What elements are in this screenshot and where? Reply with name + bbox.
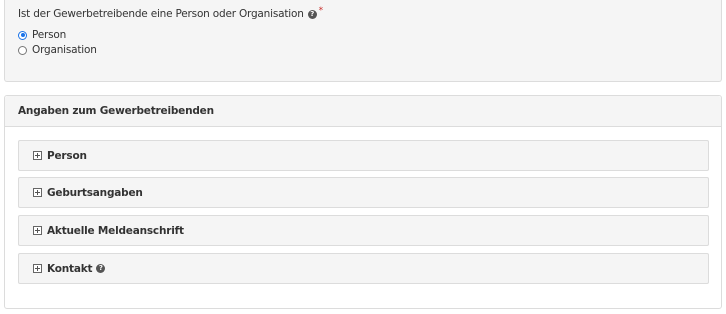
radio-label-person: Person <box>32 29 67 41</box>
help-icon[interactable]: ? <box>96 264 106 273</box>
radio-label-organisation: Organisation <box>32 44 97 56</box>
section-kontakt[interactable]: Kontakt ? <box>18 253 709 284</box>
details-panel: Angaben zum Gewerbetreibenden Person Geb… <box>4 95 722 309</box>
radio-button-person[interactable] <box>18 30 27 40</box>
section-person[interactable]: Person <box>18 140 709 171</box>
plus-square-icon <box>33 226 42 235</box>
radio-option-person[interactable]: Person <box>18 29 66 41</box>
section-meldeanschrift[interactable]: Aktuelle Meldeanschrift <box>18 215 709 246</box>
type-question-label: Ist der Gewerbetreibende eine Person ode… <box>18 6 324 20</box>
radio-button-organisation[interactable] <box>18 45 27 55</box>
plus-square-icon <box>33 151 42 160</box>
required-marker: * <box>318 6 324 16</box>
section-label: Aktuelle Meldeanschrift <box>47 224 184 237</box>
section-label: Geburtsangaben <box>47 186 143 199</box>
section-label: Person <box>47 149 87 162</box>
section-geburtsangaben[interactable]: Geburtsangaben <box>18 177 709 208</box>
help-icon[interactable]: ? <box>307 9 317 19</box>
details-panel-title: Angaben zum Gewerbetreibenden <box>18 105 214 117</box>
type-selection-panel: Ist der Gewerbetreibende eine Person ode… <box>4 0 722 82</box>
details-panel-heading: Angaben zum Gewerbetreibenden <box>5 96 721 127</box>
radio-option-organisation[interactable]: Organisation <box>18 44 97 56</box>
section-label: Kontakt <box>47 262 93 275</box>
type-question-text: Ist der Gewerbetreibende eine Person ode… <box>18 8 304 20</box>
plus-square-icon <box>33 264 42 273</box>
plus-square-icon <box>33 188 42 197</box>
